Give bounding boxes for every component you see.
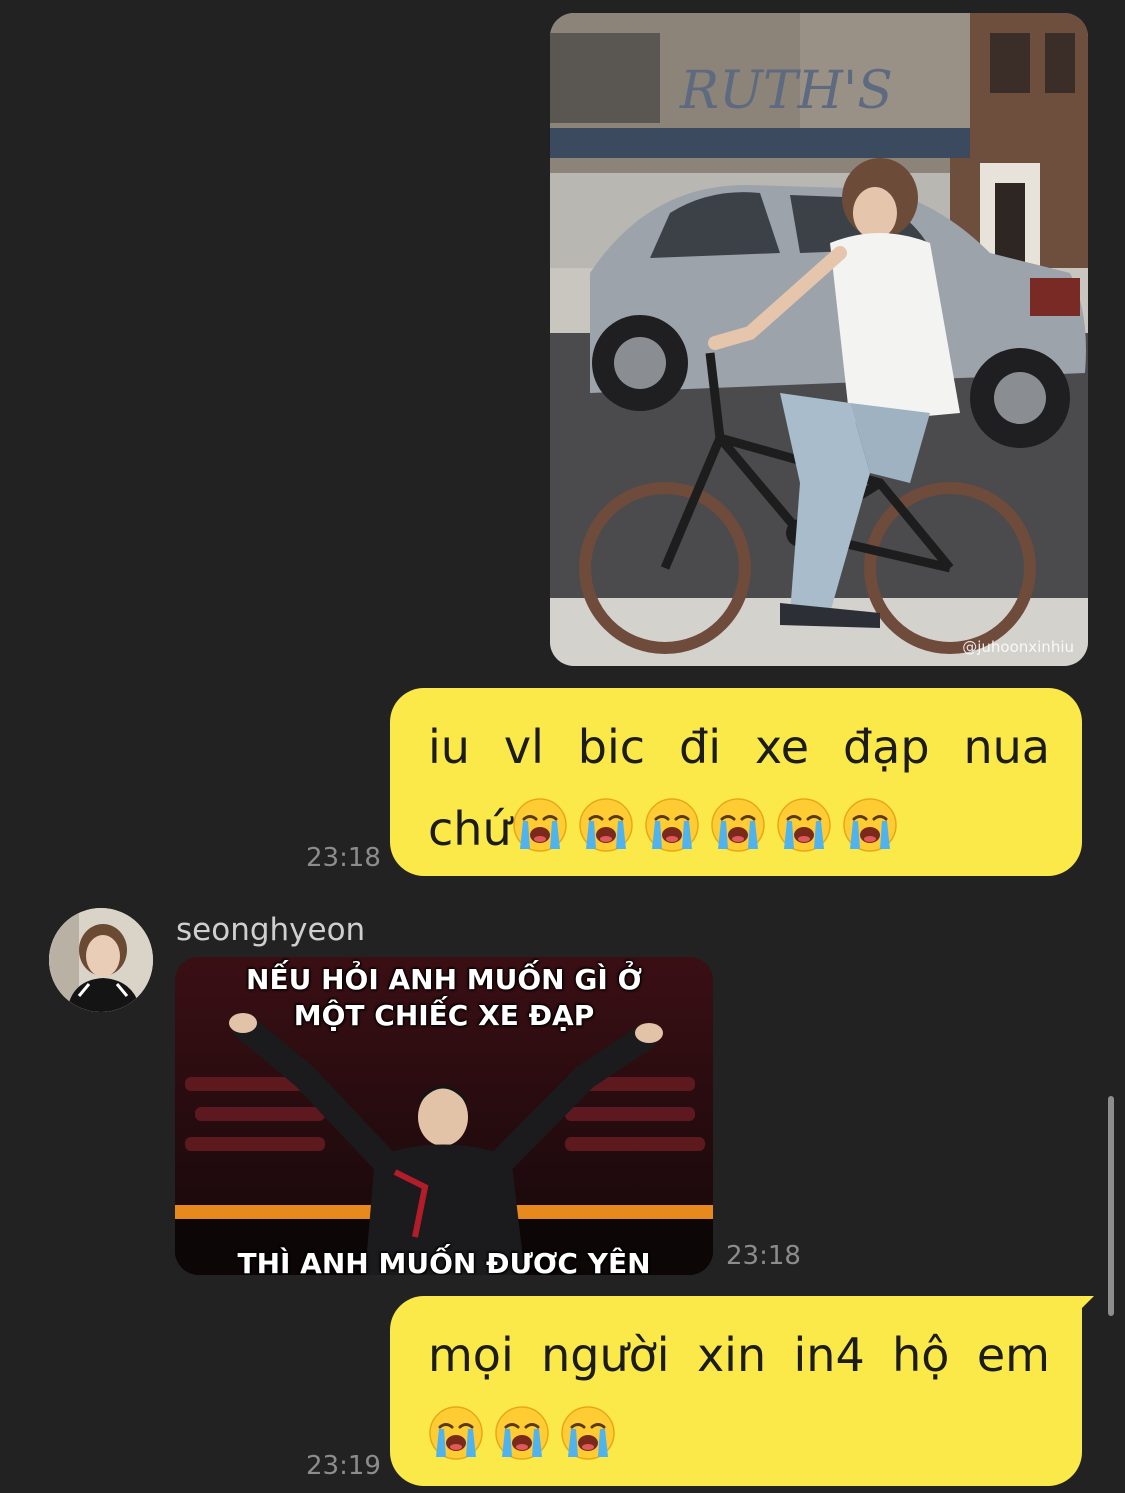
sender-name: seonghyeon xyxy=(176,912,366,948)
avatar[interactable] xyxy=(49,908,153,1012)
loudly-crying-face-icon xyxy=(644,798,699,852)
message-word: iu xyxy=(428,720,470,774)
loudly-crying-face-icon xyxy=(495,1406,549,1460)
message-word: in4 xyxy=(793,1328,865,1382)
message-word: đi xyxy=(679,720,721,774)
meme-caption-top-1: NẾU HỎI ANH MUỐN GÌ Ở xyxy=(246,963,642,996)
meme-caption-top-2: MỘT CHIẾC XE ĐẠP xyxy=(293,999,595,1032)
timestamp: 23:18 xyxy=(726,1241,801,1271)
message-word: đạp xyxy=(842,720,930,774)
loudly-crying-face-icon xyxy=(842,798,897,852)
message-line-2: chứ xyxy=(428,788,1050,870)
sent-message-bubble[interactable]: iu vl bic đi xe đạp nua chứ xyxy=(390,688,1082,876)
message-word: hộ xyxy=(892,1328,950,1382)
loudly-crying-face-icon xyxy=(710,798,765,852)
avatar-photo xyxy=(49,908,153,1012)
loudly-crying-face-icon xyxy=(776,798,831,852)
emoji-group xyxy=(512,798,908,856)
scrollbar[interactable] xyxy=(1108,1096,1114,1316)
message-line-1: mọi người xin in4 hộ em xyxy=(428,1314,1050,1396)
svg-text:RUTH'S: RUTH'S xyxy=(679,61,893,121)
timestamp: 23:19 xyxy=(306,1451,381,1481)
sent-message-bubble[interactable]: mọi người xin in4 hộ em xyxy=(390,1296,1082,1486)
loudly-crying-face-icon xyxy=(512,798,567,852)
message-word: xe xyxy=(754,720,810,774)
loudly-crying-face-icon xyxy=(429,1406,483,1460)
bicycle-photo: RUTH'S xyxy=(550,13,1088,666)
sent-photo-message[interactable]: RUTH'S @juhoonxinhiu xyxy=(550,13,1088,666)
message-word: em xyxy=(976,1328,1050,1382)
message-text: chứ xyxy=(428,802,512,856)
loudly-crying-face-icon xyxy=(578,798,633,852)
message-word: xin xyxy=(696,1328,767,1382)
loudly-crying-face-icon xyxy=(561,1406,615,1460)
emoji-group xyxy=(428,1406,626,1464)
message-line-2 xyxy=(428,1396,1050,1478)
photo-watermark: @juhoonxinhiu xyxy=(962,638,1074,656)
timestamp: 23:18 xyxy=(306,843,381,873)
message-word: bic xyxy=(577,720,646,774)
received-meme-image[interactable]: NẾU HỎI ANH MUỐN GÌ Ở MỘT CHIẾC XE ĐẠP T… xyxy=(175,957,713,1275)
meme-caption-bottom: THÌ ANH MUỐN ĐƯỢC YÊN xyxy=(237,1247,651,1275)
message-line-1: iu vl bic đi xe đạp nua xyxy=(428,706,1050,788)
message-word: người xyxy=(541,1328,670,1382)
message-word: vl xyxy=(503,720,544,774)
message-word: nua xyxy=(963,720,1050,774)
message-word: mọi xyxy=(428,1328,514,1382)
